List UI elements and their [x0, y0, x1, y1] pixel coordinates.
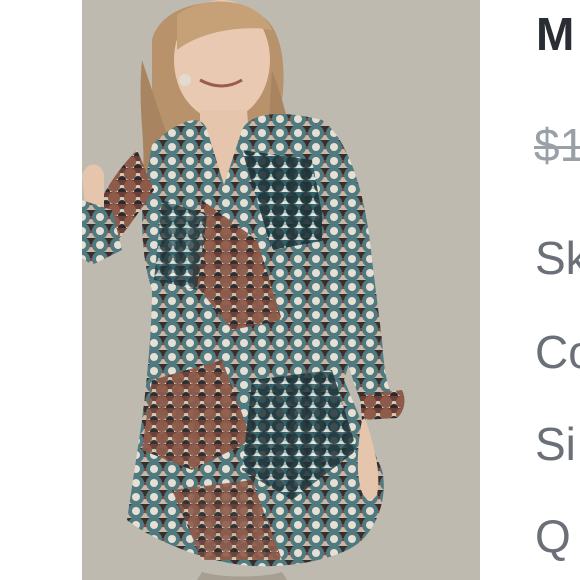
product-details-panel: M $1 Sk Co Si Q: [480, 0, 580, 580]
color-label: Co: [535, 326, 580, 378]
sku-label: Sk: [535, 232, 580, 284]
dress-illustration: [82, 0, 480, 580]
product-photo[interactable]: [82, 0, 480, 580]
quantity-label: Q: [535, 510, 571, 562]
product-image-panel: [0, 0, 480, 580]
original-price: $1: [534, 119, 580, 171]
size-label: Si: [535, 418, 576, 470]
product-title: M: [536, 8, 575, 60]
